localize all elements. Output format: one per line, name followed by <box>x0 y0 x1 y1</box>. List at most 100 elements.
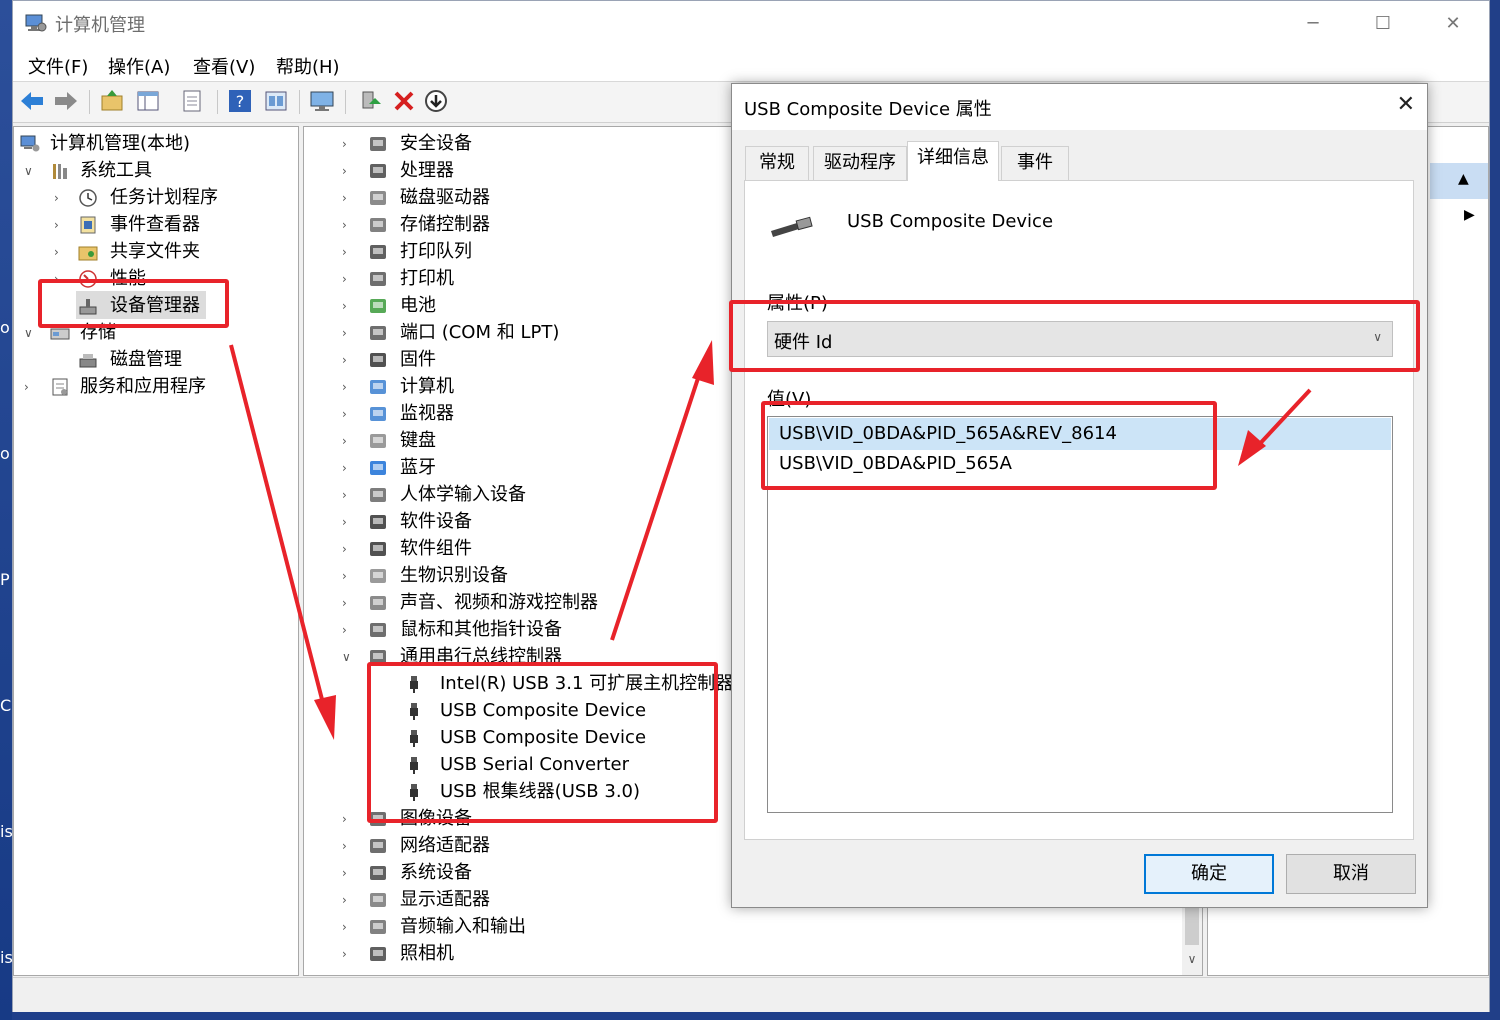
device-category-icon <box>370 326 386 340</box>
value-text: USB\VID_0BDA&PID_565A <box>779 453 1012 474</box>
device-category-icon <box>370 812 386 826</box>
chevron-right-icon[interactable]: › <box>342 185 356 211</box>
tab-general[interactable]: 常规 <box>745 146 809 180</box>
device-manager-icon <box>79 299 97 315</box>
expand-right-icon[interactable]: ▶ <box>1464 207 1475 223</box>
device-category-icon <box>370 461 386 475</box>
chevron-right-icon[interactable]: › <box>24 374 38 400</box>
maximize-button[interactable]: ☐ <box>1348 1 1418 47</box>
tab-events[interactable]: 事件 <box>1001 146 1069 180</box>
chevron-right-icon[interactable]: › <box>342 293 356 319</box>
chevron-right-icon[interactable]: › <box>342 455 356 481</box>
tab-driver[interactable]: 驱动程序 <box>813 146 907 180</box>
chevron-down-icon[interactable]: ∨ <box>1373 330 1382 344</box>
tree-label: 磁盘驱动器 <box>400 187 490 208</box>
device-category-icon <box>370 542 386 556</box>
forward-arrow-icon[interactable] <box>53 88 79 114</box>
dialog-close-button[interactable]: ✕ <box>1397 92 1415 117</box>
uninstall-x-icon[interactable] <box>391 88 417 114</box>
chevron-right-icon[interactable]: › <box>342 806 356 832</box>
chevron-down-icon[interactable]: ∨ <box>24 158 38 184</box>
device-category-icon <box>370 299 386 313</box>
folder-up-icon[interactable] <box>99 88 125 114</box>
menu-view[interactable]: 查看(V) <box>193 53 255 79</box>
tree-label: 共享文件夹 <box>110 241 200 262</box>
device-properties-dialog: USB Composite Device 属性 ✕ 常规 驱动程序 详细信息 事… <box>731 83 1428 908</box>
download-circle-icon[interactable] <box>423 88 449 114</box>
desktop-background-right <box>1490 0 1500 1020</box>
chevron-right-icon[interactable]: › <box>342 563 356 589</box>
chevron-down-icon[interactable]: ∨ <box>24 320 38 346</box>
chevron-right-icon[interactable]: › <box>342 914 356 940</box>
device-category-icon <box>370 515 386 529</box>
chevron-right-icon[interactable]: › <box>342 860 356 886</box>
device-category-icon <box>370 272 386 286</box>
chevron-right-icon[interactable]: › <box>342 320 356 346</box>
value-row-selected[interactable]: USB\VID_0BDA&PID_565A&REV_8614 <box>769 418 1391 450</box>
chevron-right-icon[interactable]: › <box>342 266 356 292</box>
chevron-right-icon[interactable]: › <box>342 941 356 967</box>
menu-help[interactable]: 帮助(H) <box>276 53 340 79</box>
chevron-right-icon[interactable]: › <box>54 185 68 211</box>
chevron-right-icon[interactable]: › <box>342 428 356 454</box>
cancel-button[interactable]: 取消 <box>1286 854 1416 894</box>
tree-label: 处理器 <box>400 160 454 181</box>
tab-details[interactable]: 详细信息 <box>907 141 999 181</box>
tree-label: 照相机 <box>400 943 454 964</box>
tree-label: USB Composite Device <box>440 727 647 748</box>
minimize-button[interactable]: ─ <box>1278 1 1348 47</box>
properties-sheet-icon[interactable] <box>179 88 205 114</box>
chevron-right-icon[interactable]: › <box>342 833 356 859</box>
collapse-up-icon[interactable]: ▲ <box>1458 171 1469 187</box>
chevron-right-icon[interactable]: › <box>342 482 356 508</box>
device-category-icon <box>370 245 386 259</box>
chevron-right-icon[interactable]: › <box>342 887 356 913</box>
desktop-icon-label: o <box>0 444 10 463</box>
chevron-down-icon[interactable]: ∨ <box>342 644 356 670</box>
chevron-right-icon[interactable]: › <box>342 509 356 535</box>
help-icon[interactable]: ? <box>227 88 253 114</box>
ok-button[interactable]: 确定 <box>1144 854 1274 894</box>
menu-action[interactable]: 操作(A) <box>108 53 170 79</box>
toolbar-separator <box>217 90 218 114</box>
tree-label: 端口 (COM 和 LPT) <box>400 322 560 343</box>
tree-label: 鼠标和其他指针设备 <box>400 619 562 640</box>
chevron-right-icon[interactable]: › <box>54 239 68 265</box>
chevron-right-icon[interactable]: › <box>342 131 356 157</box>
scroll-down-arrow-icon[interactable]: ∨ <box>1185 952 1199 966</box>
update-driver-icon[interactable] <box>357 88 383 114</box>
tree-label: 任务计划程序 <box>110 187 218 208</box>
computer-management-icon <box>25 14 47 32</box>
monitor-icon[interactable] <box>309 88 335 114</box>
value-text: USB\VID_0BDA&PID_565A&REV_8614 <box>779 423 1117 444</box>
console-view-icon[interactable] <box>263 88 289 114</box>
desktop-icon-label: C <box>0 696 12 715</box>
tree-label: 监视器 <box>400 403 454 424</box>
chevron-right-icon[interactable]: › <box>342 347 356 373</box>
chevron-right-icon[interactable]: › <box>342 158 356 184</box>
property-select[interactable]: 硬件 Id ∨ <box>767 321 1393 357</box>
chevron-right-icon[interactable]: › <box>342 374 356 400</box>
toolbar-separator <box>89 90 90 114</box>
tree-label: 软件组件 <box>400 538 472 559</box>
close-button[interactable]: ✕ <box>1418 1 1488 47</box>
actions-header[interactable]: ▲ <box>1430 163 1488 199</box>
event-log-icon <box>80 216 96 234</box>
chevron-right-icon[interactable]: › <box>342 617 356 643</box>
window-title: 计算机管理 <box>55 15 145 36</box>
chevron-right-icon[interactable]: › <box>54 212 68 238</box>
storage-icon <box>50 328 70 340</box>
chevron-right-icon[interactable]: › <box>342 401 356 427</box>
chevron-right-icon[interactable]: › <box>342 590 356 616</box>
show-hide-tree-icon[interactable] <box>135 88 161 114</box>
chevron-right-icon[interactable]: › <box>342 536 356 562</box>
scrollbar-thumb[interactable] <box>1185 905 1199 945</box>
back-arrow-icon[interactable] <box>19 88 45 114</box>
chevron-right-icon[interactable]: › <box>342 239 356 265</box>
menu-file[interactable]: 文件(F) <box>28 53 88 79</box>
chevron-right-icon[interactable]: › <box>342 212 356 238</box>
chevron-right-icon[interactable]: › <box>54 266 68 292</box>
toolbar-separator <box>299 90 300 114</box>
value-listbox[interactable]: USB\VID_0BDA&PID_565A&REV_8614 USB\VID_0… <box>767 416 1393 813</box>
value-row[interactable]: USB\VID_0BDA&PID_565A <box>769 450 1391 482</box>
